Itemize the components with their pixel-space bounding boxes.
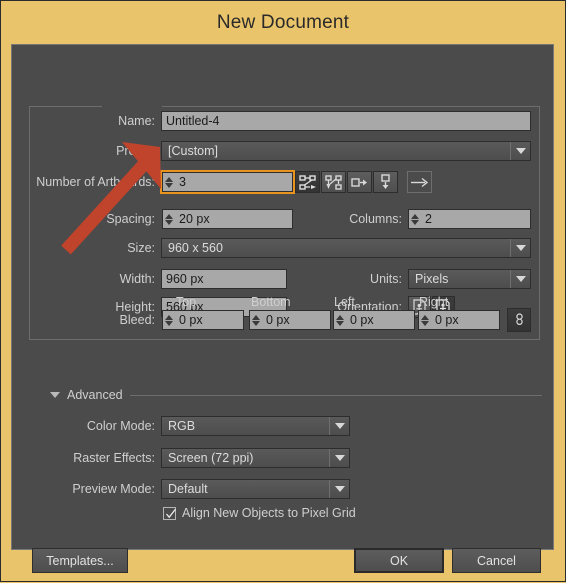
bleed-left-input[interactable]: 0 px xyxy=(346,310,415,330)
bleed-left-stepper[interactable] xyxy=(333,310,346,330)
chain-link-icon[interactable] xyxy=(507,308,531,332)
raster-effects-select-value: Screen (72 ppi) xyxy=(168,451,254,465)
screenshot-root: New Document Name: Untitled-4 Profile: [… xyxy=(1,1,565,581)
preview-mode-label: Preview Mode: xyxy=(72,482,155,496)
size-select[interactable]: 960 x 560 xyxy=(161,238,531,258)
templates-button[interactable]: Templates... xyxy=(32,548,128,573)
ok-button[interactable]: OK xyxy=(354,548,444,573)
chevron-down-icon xyxy=(510,142,530,160)
color-mode-select-value: RGB xyxy=(168,419,196,433)
check-icon xyxy=(166,508,177,518)
profile-select-value: [Custom] xyxy=(168,144,219,158)
color-mode-select[interactable]: RGB xyxy=(161,416,350,436)
raster-effects-select[interactable]: Screen (72 ppi) xyxy=(161,448,350,468)
align-pixel-grid-row[interactable]: Align New Objects to Pixel Grid xyxy=(163,506,356,520)
align-pixel-grid-checkbox[interactable] xyxy=(163,506,177,520)
spacing-label: Spacing: xyxy=(106,212,155,226)
profile-label: Profile: xyxy=(116,144,155,158)
width-label: Width: xyxy=(119,272,155,286)
raster-effects-label: Raster Effects: xyxy=(73,451,155,465)
units-select[interactable]: Pixels xyxy=(408,269,531,289)
preview-mode-select-value: Default xyxy=(168,482,208,496)
dialog-title-bar: New Document xyxy=(1,1,565,44)
width-input[interactable]: 960 px xyxy=(161,269,287,289)
page-title: New Document xyxy=(216,11,350,33)
artboards-stepper[interactable] xyxy=(162,172,175,192)
size-select-value: 960 x 560 xyxy=(168,241,223,255)
grid-by-row-icon[interactable] xyxy=(295,171,320,193)
columns-stepper[interactable] xyxy=(408,209,421,229)
new-document-dialog: Name: Untitled-4 Profile: [Custom] Numbe… xyxy=(11,44,554,573)
bleed-header-left: Left xyxy=(334,295,355,309)
bleed-header-bottom: Bottom xyxy=(251,295,291,309)
units-label: Units: xyxy=(370,272,402,286)
chevron-down-icon xyxy=(510,239,530,257)
change-to-right-to-left-layout-icon[interactable] xyxy=(407,171,432,193)
arrange-by-row-icon[interactable] xyxy=(347,171,372,193)
cancel-button[interactable]: Cancel xyxy=(452,548,541,573)
bleed-right-stepper[interactable] xyxy=(418,310,431,330)
artboards-label: Number of Artboards: xyxy=(36,175,155,189)
spacing-stepper[interactable] xyxy=(162,209,175,229)
arrange-by-column-icon[interactable] xyxy=(373,171,398,193)
color-mode-label: Color Mode: xyxy=(86,419,155,433)
chevron-down-icon xyxy=(329,480,349,498)
chevron-down-icon xyxy=(329,449,349,467)
bleed-header-right: Right xyxy=(419,295,449,309)
spacing-input[interactable]: 20 px xyxy=(175,209,293,229)
bleed-right-input[interactable]: 0 px xyxy=(431,310,500,330)
advanced-section-header[interactable]: Advanced xyxy=(50,388,542,402)
columns-label: Columns: xyxy=(349,212,402,226)
align-pixel-grid-label: Align New Objects to Pixel Grid xyxy=(182,506,356,520)
artboards-input[interactable]: 3 xyxy=(175,172,293,192)
height-label: Height: xyxy=(115,300,155,314)
bleed-label: Bleed: xyxy=(119,313,155,327)
bleed-bottom-stepper[interactable] xyxy=(249,310,262,330)
bleed-top-input[interactable]: 0 px xyxy=(175,310,244,330)
bleed-bottom-input[interactable]: 0 px xyxy=(262,310,331,330)
groupbox-label-gap xyxy=(102,102,162,111)
preview-mode-select[interactable]: Default xyxy=(161,479,350,499)
chevron-down-icon xyxy=(329,417,349,435)
units-select-value: Pixels xyxy=(415,272,449,286)
size-label: Size: xyxy=(127,241,155,255)
profile-select[interactable]: [Custom] xyxy=(161,141,531,161)
advanced-divider xyxy=(129,394,542,396)
bleed-header-top: Top xyxy=(176,295,197,309)
chevron-down-icon xyxy=(510,270,530,288)
chevron-down-icon xyxy=(50,392,60,398)
grid-by-column-icon[interactable] xyxy=(321,171,346,193)
columns-input[interactable]: 2 xyxy=(421,209,531,229)
advanced-label: Advanced xyxy=(67,388,123,402)
bleed-top-stepper[interactable] xyxy=(162,310,175,330)
